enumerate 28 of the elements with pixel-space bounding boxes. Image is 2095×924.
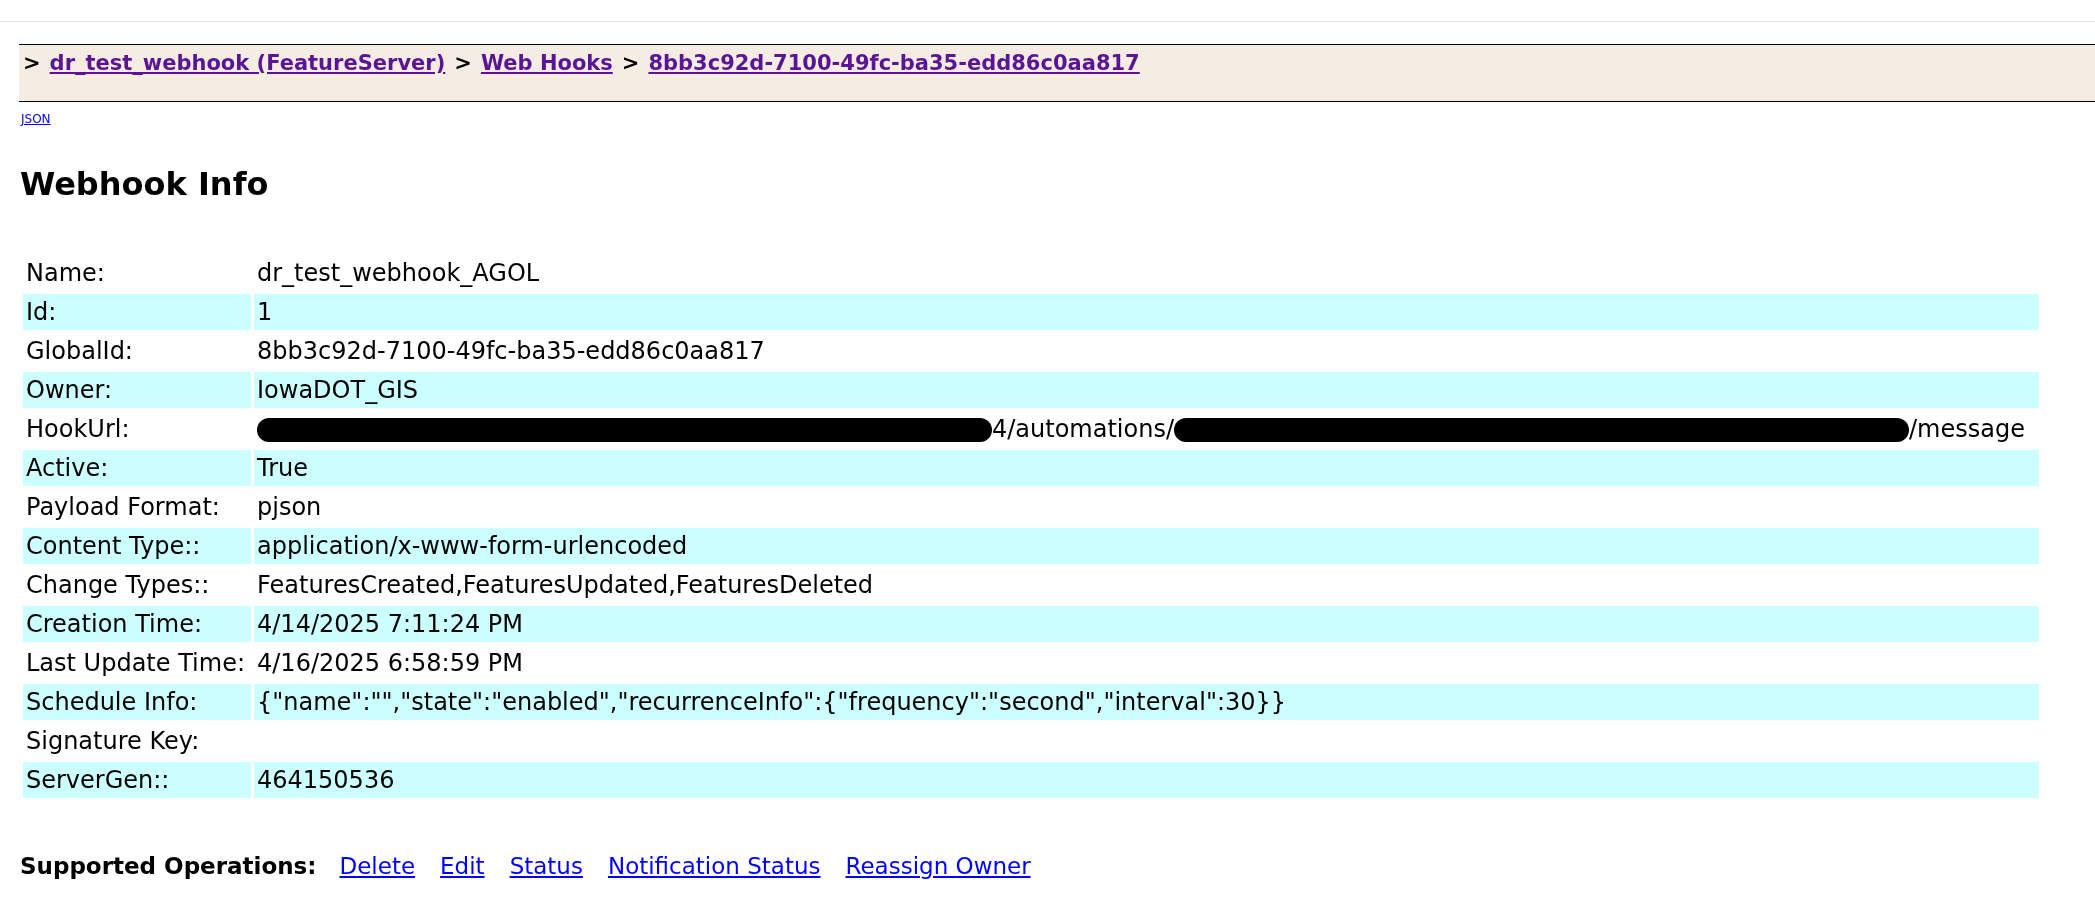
field-label: Creation Time: (23, 606, 251, 642)
field-label: ServerGen:: (23, 762, 251, 798)
breadcrumb-link[interactable]: Web Hooks (480, 48, 613, 80)
page-heading: Webhook Info (20, 164, 270, 205)
operation-link[interactable]: Status (509, 849, 583, 884)
breadcrumb-separator: > (454, 50, 472, 77)
field-value: 1 (254, 294, 2039, 330)
field-value: application/x-www-form-urlencoded (254, 528, 2039, 564)
breadcrumb-link[interactable]: 8bb3c92d-7100-49fc-ba35-edd86c0aa817 (648, 48, 1140, 80)
field-value: True (254, 450, 2039, 486)
operation-link[interactable]: Reassign Owner (845, 849, 1031, 884)
operations-label: Supported Operations: (20, 852, 317, 881)
field-value: 464150536 (254, 762, 2039, 798)
field-value: 4/14/2025 7:11:24 PM (254, 606, 2039, 642)
operation-link[interactable]: Delete (339, 849, 416, 884)
operation-link[interactable]: Notification Status (607, 849, 821, 884)
breadcrumb-separator: > (621, 50, 640, 77)
field-label: Content Type:: (23, 528, 251, 564)
field-value: {"name":"","state":"enabled","recurrenceInfo":{"frequency":"second","interval":30}} (254, 684, 2039, 720)
operation-link[interactable]: Edit (440, 849, 485, 884)
breadcrumb-separator: > (23, 50, 41, 77)
field-value: IowaDOT_GIS (254, 372, 2039, 408)
field-label: Active: (23, 450, 251, 486)
field-label: Owner: (23, 372, 251, 408)
field-label: Schedule Info: (23, 684, 251, 720)
json-link[interactable]: JSON (21, 112, 51, 126)
breadcrumb-link[interactable]: dr_test_webhook (FeatureServer) (49, 48, 446, 80)
field-label: Id: (23, 294, 251, 330)
